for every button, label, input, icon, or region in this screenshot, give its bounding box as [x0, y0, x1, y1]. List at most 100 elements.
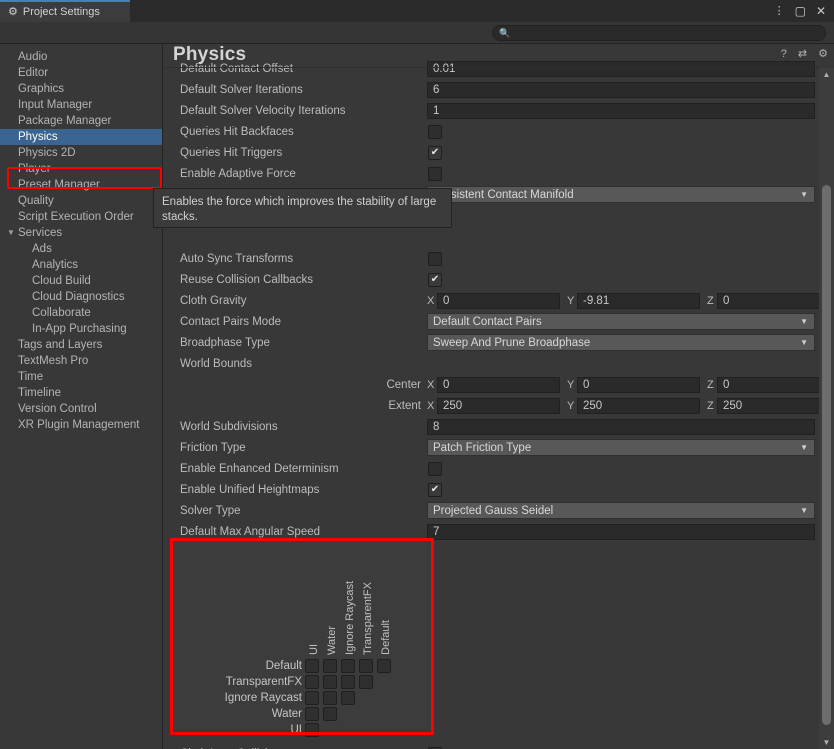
- sidebar-item-xr-plugin-management[interactable]: XR Plugin Management: [0, 417, 162, 433]
- row-world-bounds-extent: Extent X 250 Y 250 Z 250: [164, 395, 834, 416]
- checkbox-queries-hit-triggers[interactable]: ✔: [428, 145, 442, 160]
- matrix-cell-ignore-raycast-ignore-raycast[interactable]: [341, 691, 355, 705]
- input-default-contact-offset[interactable]: 0.01: [427, 60, 815, 77]
- world-bounds-extent-y-input[interactable]: 250: [577, 397, 700, 414]
- sidebar-item-physics-2d[interactable]: Physics 2D: [0, 145, 162, 161]
- matrix-cell-default-transparentfx[interactable]: [359, 659, 373, 673]
- chevron-down-icon[interactable]: ▼: [7, 225, 15, 241]
- input-default-solver-velocity-iterations[interactable]: 1: [427, 102, 815, 119]
- world-bounds-center-y-input[interactable]: 0: [577, 376, 700, 393]
- row-label: Auto Sync Transforms: [180, 252, 294, 265]
- sidebar-item-timeline[interactable]: Timeline: [0, 385, 162, 401]
- window-titlebar: ⚙ Project Settings ⋮ ▢ ✕: [0, 0, 834, 22]
- dropdown-solver-type[interactable]: Projected Gauss Seidel ▼: [427, 502, 815, 519]
- matrix-cell-transparentfx-ignore-raycast[interactable]: [341, 675, 355, 689]
- matrix-cell-transparentfx-ui[interactable]: [305, 675, 319, 689]
- dropdown-friction-type[interactable]: Patch Friction Type ▼: [427, 439, 815, 456]
- matrix-cell-ignore-raycast-water[interactable]: [323, 691, 337, 705]
- tab-project-settings[interactable]: ⚙ Project Settings: [0, 0, 130, 22]
- sidebar-item-package-manager[interactable]: Package Manager: [0, 113, 162, 129]
- sidebar-item-analytics[interactable]: Analytics: [0, 257, 162, 273]
- search-box[interactable]: 🔍: [492, 25, 826, 41]
- world-bounds-extent-z-input[interactable]: 250: [717, 397, 834, 414]
- scrollbar-thumb[interactable]: [822, 185, 831, 725]
- dropdown-value: Persistent Contact Manifold: [433, 188, 574, 201]
- checkbox-reuse-collision-callbacks[interactable]: ✔: [428, 272, 442, 287]
- world-bounds-extent-x-input[interactable]: 250: [437, 397, 560, 414]
- panel-scrollbar[interactable]: ▲ ▼: [819, 68, 834, 749]
- sidebar-item-version-control[interactable]: Version Control: [0, 401, 162, 417]
- row-label: Broadphase Type: [180, 336, 270, 349]
- cloth-gravity-y-component: Y -9.81: [567, 292, 700, 309]
- row-contact-pairs-mode: Contact Pairs Mode Default Contact Pairs ▼: [164, 311, 817, 332]
- chevron-down-icon: ▼: [800, 443, 808, 452]
- matrix-cell-ignore-raycast-ui[interactable]: [305, 691, 319, 705]
- checkbox-auto-sync-transforms[interactable]: [428, 251, 442, 266]
- sidebar-item-collaborate[interactable]: Collaborate: [0, 305, 162, 321]
- row-world-subdivisions: World Subdivisions 8: [164, 416, 817, 437]
- cloth-gravity-x-component: X0: [427, 292, 560, 309]
- cloth-gravity-x-input[interactable]: 0: [437, 292, 560, 309]
- scroll-up-arrow[interactable]: ▲: [819, 68, 834, 81]
- world-bounds-center-z-input[interactable]: 0: [717, 376, 834, 393]
- sidebar-item-time[interactable]: Time: [0, 369, 162, 385]
- matrix-cell-water-ui[interactable]: [305, 707, 319, 721]
- world-bounds-center-x-input[interactable]: 0: [437, 376, 560, 393]
- search-input[interactable]: [514, 27, 815, 39]
- sidebar-item-textmesh-pro[interactable]: TextMesh Pro: [0, 353, 162, 369]
- sidebar-item-script-execution-order[interactable]: Script Execution Order: [0, 209, 162, 225]
- sidebar-item-services[interactable]: ▼ Services: [0, 225, 162, 241]
- sidebar-item-label: Cloud Build: [32, 275, 91, 287]
- input-default-solver-iterations[interactable]: 6: [427, 81, 815, 98]
- checkbox-enable-unified-heightmaps[interactable]: ✔: [428, 482, 442, 497]
- scroll-down-arrow[interactable]: ▼: [819, 736, 834, 749]
- dropdown-broadphase-type[interactable]: Sweep And Prune Broadphase ▼: [427, 334, 815, 351]
- sidebar-item-label: Preset Manager: [18, 179, 100, 191]
- sidebar-item-input-manager[interactable]: Input Manager: [0, 97, 162, 113]
- row-queries-hit-triggers: Queries Hit Triggers ✔: [164, 142, 817, 163]
- settings-sidebar[interactable]: Audio Editor Graphics Input Manager Package …: [0, 44, 163, 749]
- matrix-cell-transparentfx-transparentfx[interactable]: [359, 675, 373, 689]
- sidebar-item-cloud-diagnostics[interactable]: Cloud Diagnostics: [0, 289, 162, 305]
- sidebar-item-tags-and-layers[interactable]: Tags and Layers: [0, 337, 162, 353]
- menu-dots-icon[interactable]: ⋮: [774, 5, 785, 17]
- settings-gear-icon[interactable]: ⚙: [818, 49, 828, 60]
- row-broadphase-type: Broadphase Type Sweep And Prune Broadphas…: [164, 332, 817, 353]
- row-label: Solver Type: [180, 504, 241, 517]
- world-bounds-center-x-component: X0: [427, 376, 560, 393]
- dropdown-contacts-generation[interactable]: Persistent Contact Manifold ▼: [427, 186, 815, 203]
- close-icon[interactable]: ✕: [816, 5, 826, 17]
- matrix-cell-transparentfx-water[interactable]: [323, 675, 337, 689]
- cloth-gravity-z-input[interactable]: 0: [717, 292, 834, 309]
- physics-settings-panel: Physics ? ⇄ ⚙ Default Contact Offset 0.01…: [164, 44, 834, 749]
- matrix-cell-water-water[interactable]: [323, 707, 337, 721]
- sidebar-item-label: Version Control: [18, 403, 97, 415]
- sidebar-item-editor[interactable]: Editor: [0, 65, 162, 81]
- sidebar-item-in-app-purchasing[interactable]: In-App Purchasing: [0, 321, 162, 337]
- sidebar-item-ads[interactable]: Ads: [0, 241, 162, 257]
- maximize-icon[interactable]: ▢: [795, 5, 806, 17]
- sidebar-item-audio[interactable]: Audio: [0, 49, 162, 65]
- world-bounds-extent-y-component: Y 250: [567, 397, 700, 414]
- matrix-cell-ui-ui[interactable]: [305, 723, 319, 737]
- checkbox-enable-adaptive-force[interactable]: [428, 166, 442, 181]
- sidebar-item-label: TextMesh Pro: [18, 355, 89, 367]
- matrix-cell-default-ignore-raycast[interactable]: [341, 659, 355, 673]
- matrix-cell-default-water[interactable]: [323, 659, 337, 673]
- sidebar-item-player[interactable]: Player: [0, 161, 162, 177]
- matrix-cell-default-ui[interactable]: [305, 659, 319, 673]
- sidebar-item-graphics[interactable]: Graphics: [0, 81, 162, 97]
- input-default-max-angular-speed[interactable]: 7: [427, 523, 815, 540]
- dropdown-contact-pairs-mode[interactable]: Default Contact Pairs ▼: [427, 313, 815, 330]
- input-world-subdivisions[interactable]: 8: [427, 418, 815, 435]
- sidebar-item-quality[interactable]: Quality: [0, 193, 162, 209]
- checkbox-queries-hit-backfaces[interactable]: [428, 124, 442, 139]
- checkbox-enable-enhanced-determinism[interactable]: [428, 461, 442, 476]
- cloth-gravity-y-input[interactable]: -9.81: [577, 292, 700, 309]
- sidebar-item-preset-manager[interactable]: Preset Manager: [0, 177, 162, 193]
- layer-collision-matrix[interactable]: UI Water Ignore Raycast TransparentFX Defaul…: [173, 539, 431, 737]
- sidebar-item-physics[interactable]: Physics: [0, 129, 162, 145]
- matrix-cell-default-default[interactable]: [377, 659, 391, 673]
- row-default-solver-iterations: Default Solver Iterations 6: [164, 79, 817, 100]
- sidebar-item-cloud-build[interactable]: Cloud Build: [0, 273, 162, 289]
